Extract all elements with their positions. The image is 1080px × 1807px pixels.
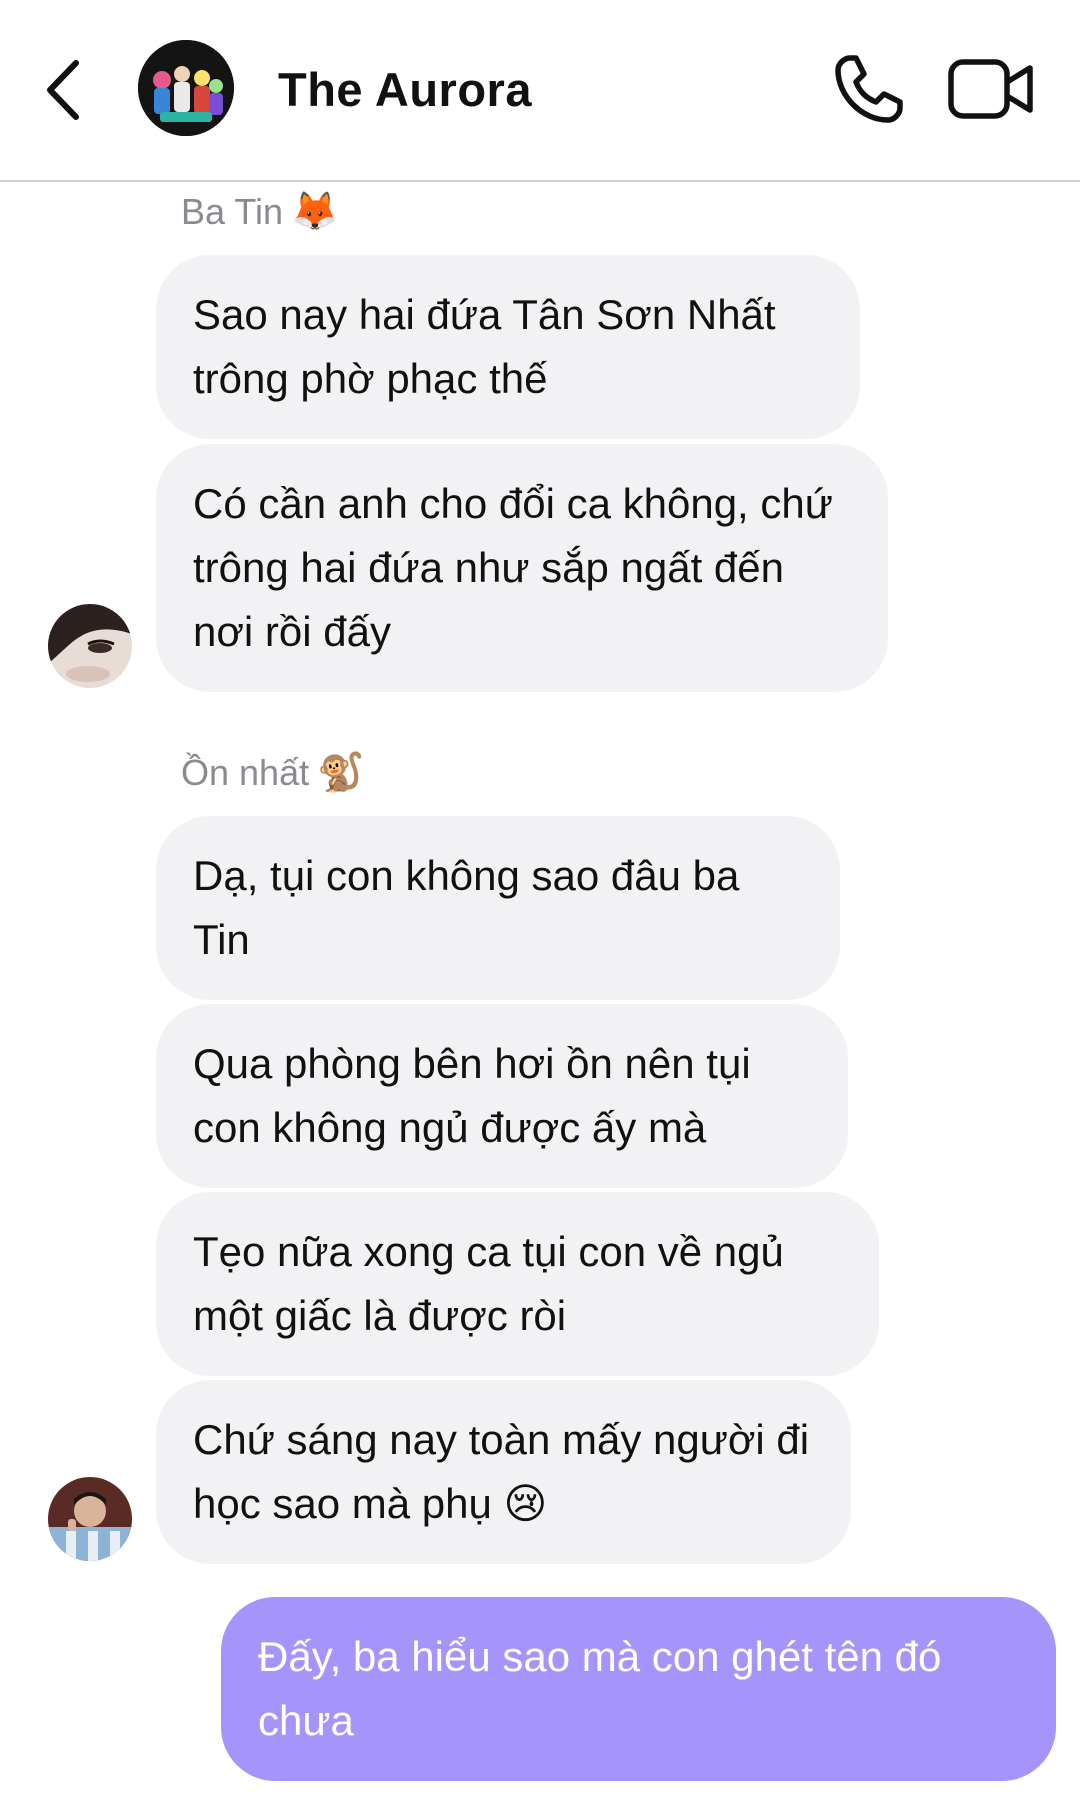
phone-icon[interactable] bbox=[832, 52, 906, 126]
sender-name-text: Ba Tin bbox=[181, 191, 284, 232]
chat-title: The Aurora bbox=[278, 63, 532, 116]
message-bubble[interactable]: Có cần anh cho đổi ca không, chứ trông h… bbox=[156, 444, 888, 692]
message-bubble[interactable]: Tẹo nữa xong ca tụi con về ngủ một giấc … bbox=[156, 1192, 879, 1376]
sender-name: Ồn nhất 🐒 bbox=[181, 751, 364, 795]
outgoing-message-bubble[interactable]: Đấy, ba hiểu sao mà con ghét tên đó chưa bbox=[221, 1597, 1056, 1781]
video-camera-icon[interactable] bbox=[948, 58, 1034, 120]
fox-emoji-icon: 🦊 bbox=[291, 191, 339, 233]
avatar[interactable] bbox=[48, 604, 132, 688]
sender-name: Ba Tin 🦊 bbox=[181, 190, 338, 234]
message-bubble[interactable]: Qua phòng bên hơi ồn nên tụi con không n… bbox=[156, 1004, 848, 1188]
sender-name-text: Ồn nhất bbox=[181, 752, 310, 793]
monkey-emoji-icon: 🐒 bbox=[317, 752, 365, 794]
message-bubble[interactable]: Dạ, tụi con không sao đâu ba Tin bbox=[156, 816, 840, 1000]
chat-header: The Aurora bbox=[0, 0, 1080, 182]
message-bubble[interactable]: Sao nay hai đứa Tân Sơn Nhất trông phờ p… bbox=[156, 255, 860, 439]
avatar[interactable] bbox=[48, 1477, 132, 1561]
message-bubble[interactable]: Chứ sáng nay toàn mấy người đi học sao m… bbox=[156, 1380, 851, 1564]
chevron-left-icon[interactable] bbox=[40, 55, 90, 125]
group-avatar[interactable] bbox=[138, 40, 234, 136]
